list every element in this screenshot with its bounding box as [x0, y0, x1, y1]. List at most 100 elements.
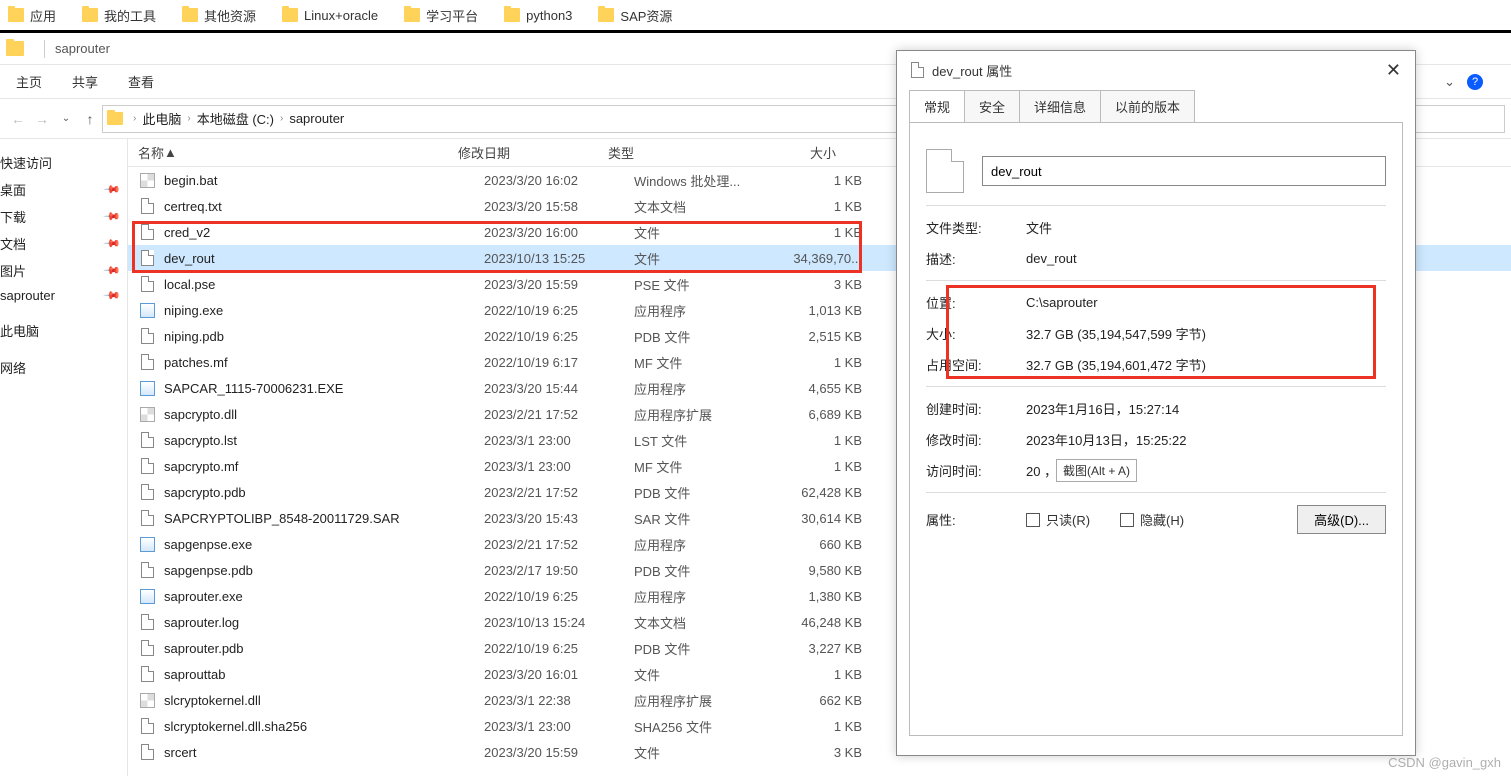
pin-icon: 📌: [103, 286, 122, 305]
file-icon: [911, 62, 924, 78]
file-icon: [141, 718, 154, 734]
system-icon: [140, 407, 155, 422]
col-type[interactable]: 类型: [608, 143, 754, 162]
folder-icon: [82, 8, 98, 22]
value-location: C:\saprouter: [1026, 295, 1098, 310]
sidebar-item[interactable]: 文档📌: [0, 230, 127, 257]
bookmarks-bar: 应用 我的工具 其他资源 Linux+oracle 学习平台 python3 SAP资源: [0, 0, 1511, 30]
sidebar-item[interactable]: 桌面📌: [0, 176, 127, 203]
exe-icon: [140, 537, 155, 552]
exe-icon: [140, 381, 155, 396]
label-accessed: 访问时间:: [926, 461, 1026, 480]
sidebar-item[interactable]: saprouter📌: [0, 284, 127, 307]
folder-icon: [182, 8, 198, 22]
label-type: 文件类型:: [926, 218, 1026, 237]
value-desc: dev_rout: [1026, 251, 1077, 266]
sidebar-this-pc[interactable]: 此电脑: [0, 317, 127, 344]
pin-icon: 📌: [103, 234, 122, 253]
nav-forward-icon[interactable]: →: [30, 111, 54, 127]
exe-icon: [140, 589, 155, 604]
file-icon: [141, 666, 154, 682]
bookmark-item[interactable]: 其他资源: [182, 6, 256, 25]
sidebar-network[interactable]: 网络: [0, 354, 127, 381]
file-icon: [141, 224, 154, 240]
nav-back-icon[interactable]: ←: [6, 111, 30, 127]
crumb-folder[interactable]: saprouter: [285, 111, 348, 126]
close-icon[interactable]: ✕: [1386, 60, 1401, 81]
col-date[interactable]: 修改日期: [458, 143, 608, 162]
nav-up-icon[interactable]: ↑: [78, 111, 102, 127]
system-icon: [140, 173, 155, 188]
bookmark-item[interactable]: SAP资源: [598, 6, 672, 25]
checkbox-hidden[interactable]: 隐藏(H): [1120, 510, 1184, 529]
folder-icon: [504, 8, 520, 22]
col-size[interactable]: 大小: [754, 143, 854, 162]
value-modified: 2023年10月13日，15:25:22: [1026, 430, 1186, 449]
dialog-titlebar: dev_rout 属性 ✕: [897, 51, 1415, 89]
bookmark-item[interactable]: 学习平台: [404, 6, 478, 25]
dialog-tab[interactable]: 详细信息: [1019, 90, 1101, 123]
dialog-tabs: 常规安全详细信息以前的版本: [897, 89, 1415, 122]
label-modified: 修改时间:: [926, 430, 1026, 449]
folder-icon: [6, 41, 24, 56]
pin-icon: 📌: [103, 261, 122, 280]
chevron-right-icon[interactable]: ›: [131, 113, 138, 124]
chevron-right-icon[interactable]: ›: [185, 113, 192, 124]
pin-icon: 📌: [103, 180, 122, 199]
value-created: 2023年1月16日，15:27:14: [1026, 399, 1179, 418]
value-type: 文件: [1026, 218, 1052, 237]
dialog-body: 文件类型:文件 描述:dev_rout 位置:C:\saprouter 大小:3…: [909, 122, 1403, 736]
bookmark-item[interactable]: 应用: [8, 6, 56, 25]
help-icon[interactable]: ?: [1467, 74, 1483, 90]
watermark: CSDN @gavin_gxh: [1388, 755, 1501, 770]
file-icon: [141, 250, 154, 266]
folder-icon: [8, 8, 24, 22]
sidebar-quick-access[interactable]: 快速访问: [0, 149, 127, 176]
file-icon: [141, 484, 154, 500]
separator: [44, 40, 45, 58]
chevron-down-icon[interactable]: ⌄: [1444, 74, 1455, 90]
bookmark-item[interactable]: Linux+oracle: [282, 8, 378, 23]
tab-home[interactable]: 主页: [16, 72, 42, 91]
dialog-tab[interactable]: 安全: [964, 90, 1020, 123]
nav-sidebar: 快速访问 桌面📌下载📌文档📌图片📌saprouter📌 此电脑 网络: [0, 139, 128, 776]
bookmark-item[interactable]: python3: [504, 8, 572, 23]
file-icon: [141, 458, 154, 474]
filename-input[interactable]: [982, 156, 1386, 186]
folder-icon: [282, 8, 298, 22]
sort-asc-icon: ▲: [164, 145, 177, 160]
tab-share[interactable]: 共享: [72, 72, 98, 91]
value-size: 32.7 GB (35,194,547,599 字节): [1026, 324, 1206, 343]
col-name[interactable]: 名称▲: [138, 143, 458, 162]
label-attributes: 属性:: [926, 510, 1026, 529]
file-icon: [141, 744, 154, 760]
crumb-pc[interactable]: 此电脑: [138, 109, 185, 128]
label-size: 大小:: [926, 324, 1026, 343]
chevron-right-icon[interactable]: ›: [278, 113, 285, 124]
file-icon: [141, 276, 154, 292]
properties-dialog: dev_rout 属性 ✕ 常规安全详细信息以前的版本 文件类型:文件 描述:d…: [896, 50, 1416, 756]
window-title: saprouter: [55, 41, 110, 56]
chevron-down-icon[interactable]: ⌄: [54, 113, 78, 124]
checkbox-readonly[interactable]: 只读(R): [1026, 510, 1090, 529]
dialog-tab[interactable]: 常规: [909, 90, 965, 123]
folder-icon: [404, 8, 420, 22]
system-icon: [140, 693, 155, 708]
sidebar-item[interactable]: 图片📌: [0, 257, 127, 284]
value-disk: 32.7 GB (35,194,601,472 字节): [1026, 355, 1206, 374]
crumb-drive[interactable]: 本地磁盘 (C:): [193, 109, 278, 128]
advanced-button[interactable]: 高级(D)...: [1297, 505, 1386, 534]
sidebar-item[interactable]: 下载📌: [0, 203, 127, 230]
tab-view[interactable]: 查看: [128, 72, 154, 91]
file-icon: [141, 562, 154, 578]
bookmark-item[interactable]: 我的工具: [82, 6, 156, 25]
file-icon: [141, 510, 154, 526]
file-icon: [141, 640, 154, 656]
folder-icon: [107, 112, 123, 125]
pin-icon: 📌: [103, 207, 122, 226]
screenshot-tooltip: 截图(Alt + A): [1056, 459, 1137, 482]
label-location: 位置:: [926, 293, 1026, 312]
exe-icon: [140, 303, 155, 318]
dialog-tab[interactable]: 以前的版本: [1100, 90, 1195, 123]
file-icon: [141, 432, 154, 448]
